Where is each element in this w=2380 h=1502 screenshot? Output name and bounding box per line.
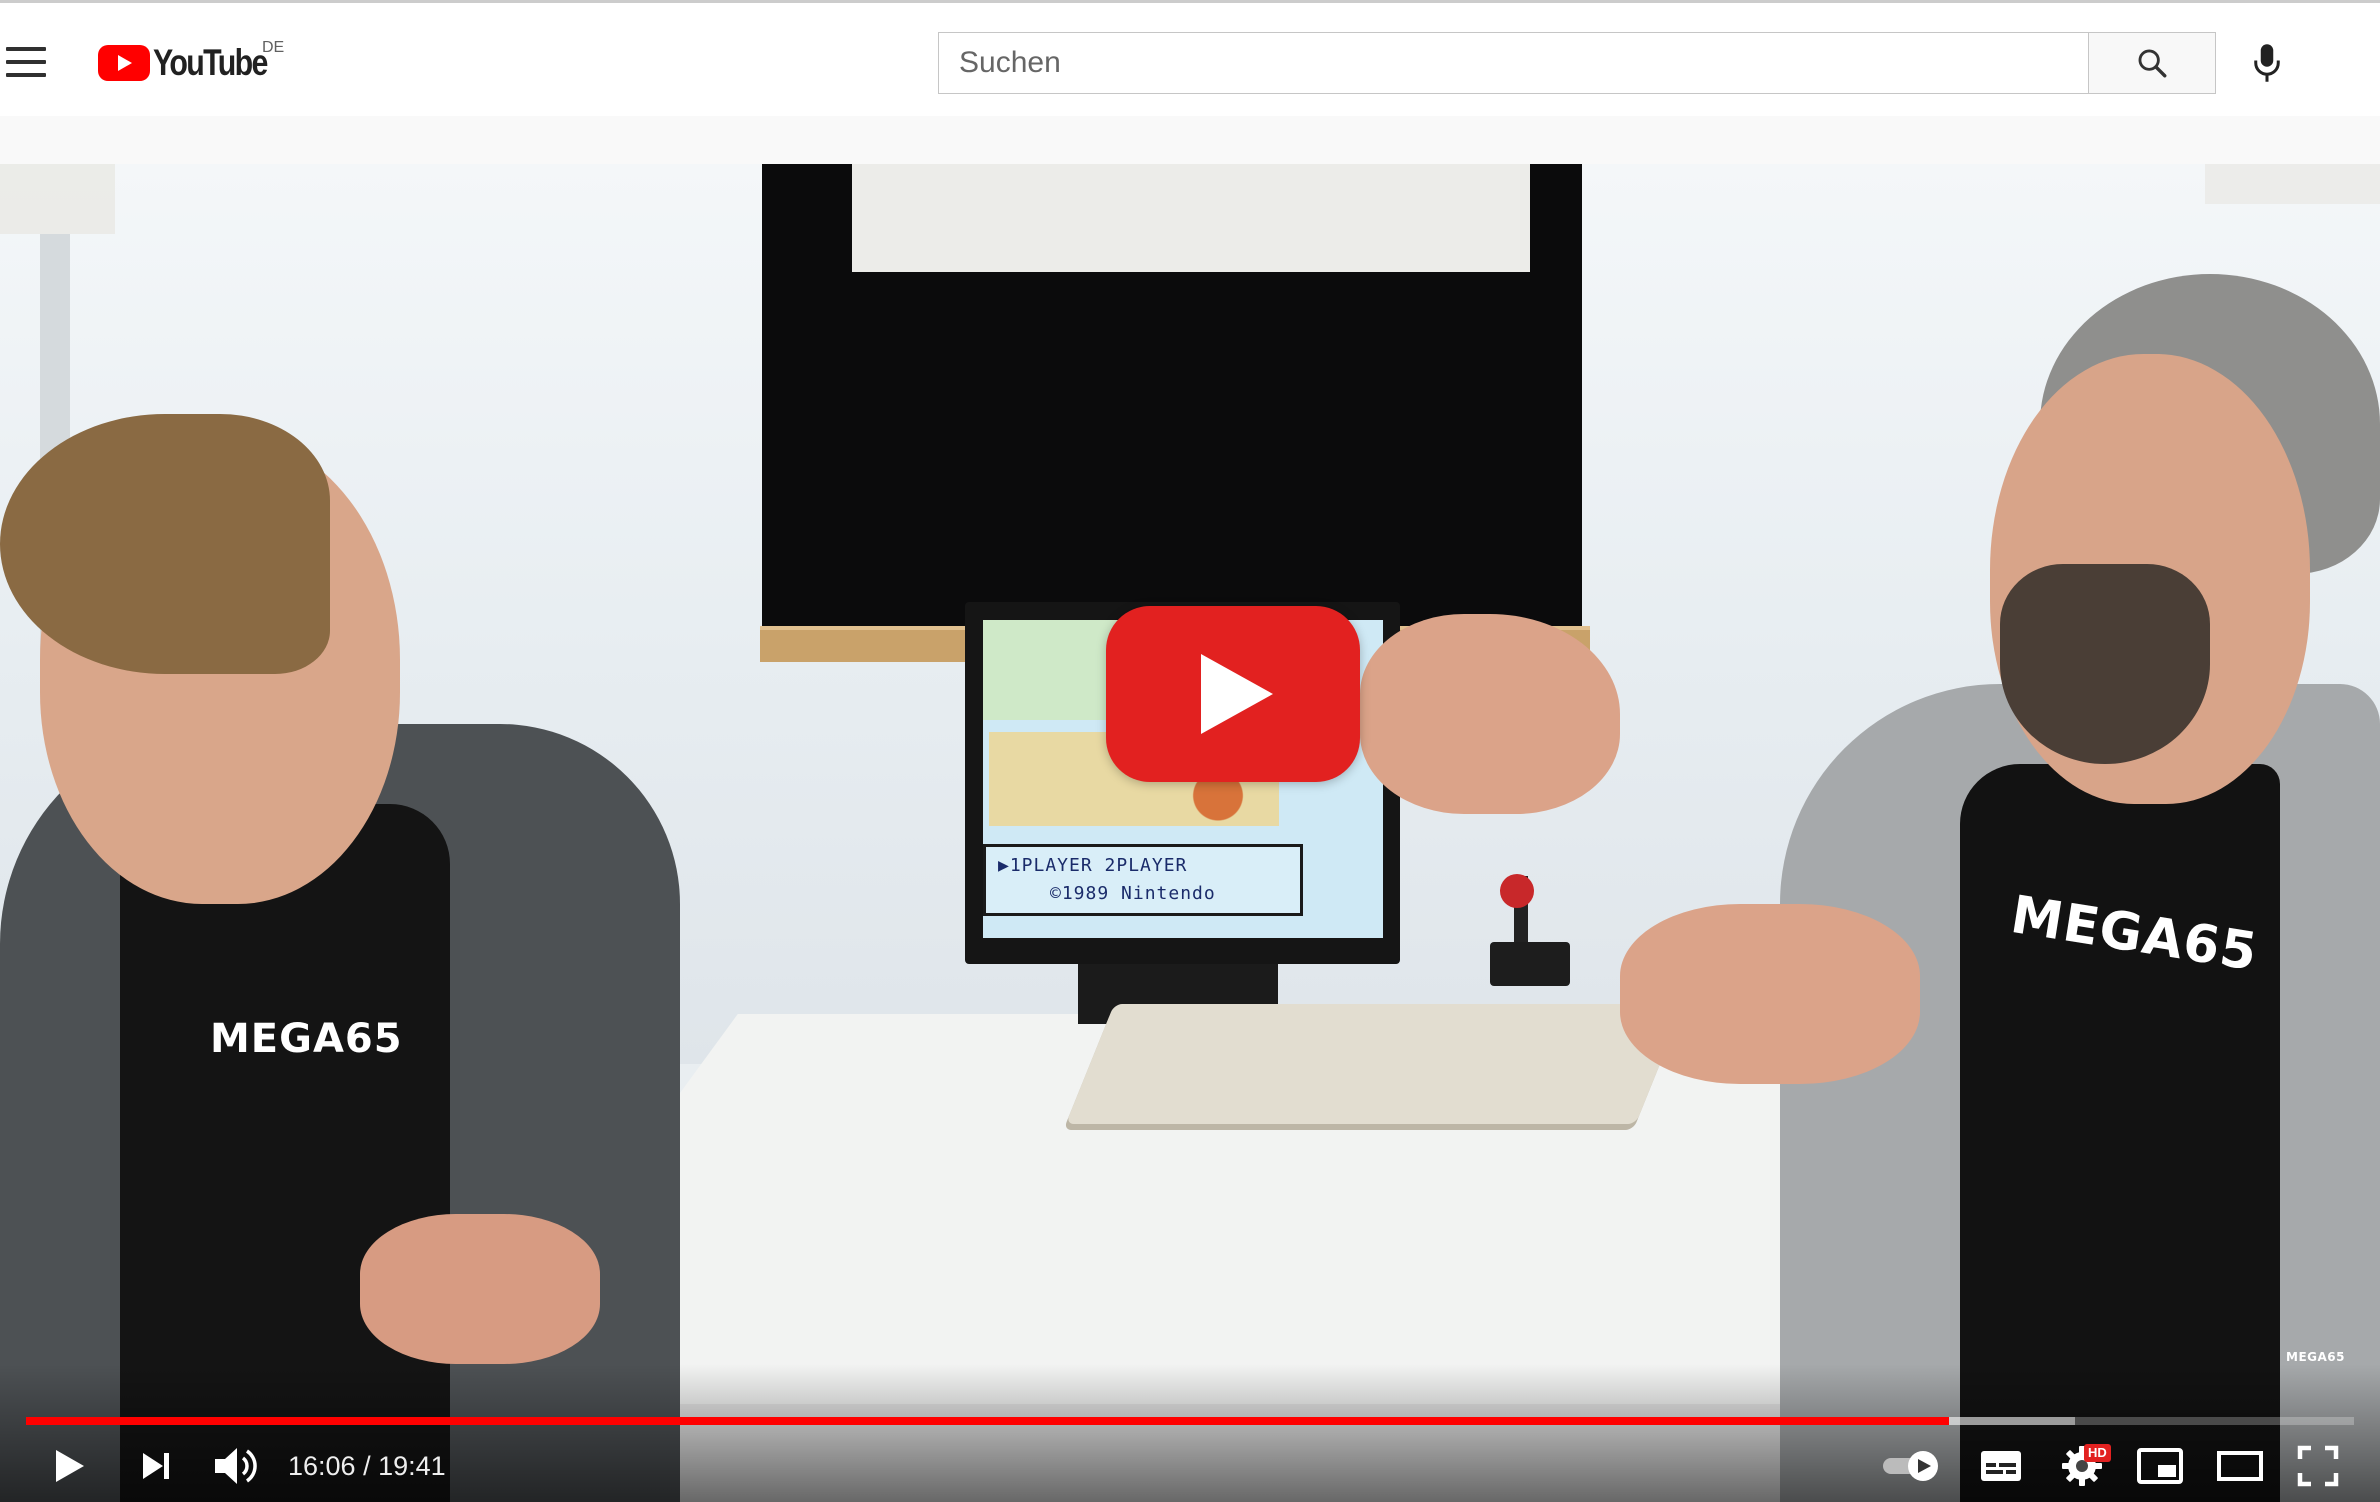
- next-button[interactable]: [130, 1440, 182, 1492]
- person-left-hair: [0, 414, 330, 674]
- fullscreen-icon: [2297, 1445, 2339, 1487]
- fullscreen-button[interactable]: [2290, 1440, 2346, 1492]
- hd-badge: HD: [2084, 1444, 2111, 1462]
- search-input[interactable]: [938, 32, 2088, 94]
- play-button[interactable]: [44, 1440, 96, 1492]
- volume-icon: [215, 1448, 257, 1484]
- shirt-logo: MEGA65: [210, 1016, 403, 1062]
- video-player[interactable]: ▶1PLAYER 2PLAYER ©1989 Nintendo MEGA65 M…: [0, 164, 2380, 1502]
- voice-search-button[interactable]: [2242, 37, 2292, 89]
- progress-bar[interactable]: [26, 1417, 2354, 1425]
- search-box: [938, 32, 2216, 94]
- masthead: YouTube DE: [0, 0, 2380, 116]
- microphone-icon: [2254, 44, 2280, 82]
- theater-mode-button[interactable]: [2212, 1444, 2268, 1488]
- subtitles-button[interactable]: [1974, 1442, 2028, 1490]
- subtitles-icon: [1981, 1451, 2021, 1481]
- volume-button[interactable]: [206, 1438, 266, 1494]
- video-frame: ▶1PLAYER 2PLAYER ©1989 Nintendo MEGA65 M…: [0, 164, 2380, 1502]
- person-left-hands: [360, 1214, 600, 1364]
- masthead-spacer: [0, 116, 2380, 164]
- large-play-button[interactable]: [1106, 606, 1360, 782]
- game-menu: ▶1PLAYER 2PLAYER ©1989 Nintendo: [983, 844, 1303, 916]
- person-right-hand: [1620, 904, 1920, 1084]
- paper-sheet: [852, 164, 1530, 272]
- search-icon: [2138, 49, 2167, 78]
- menu-icon[interactable]: [6, 47, 46, 77]
- video-watermark: MEGA65: [2286, 1350, 2345, 1364]
- progress-played: [26, 1417, 1950, 1425]
- miniplayer-button[interactable]: [2132, 1442, 2188, 1490]
- window-blind: [0, 164, 115, 234]
- time-display: 16:06 / 19:41: [288, 1451, 446, 1481]
- computer-keyboard: [1065, 1004, 1685, 1124]
- window-blind: [2205, 164, 2380, 204]
- search-button[interactable]: [2088, 32, 2216, 94]
- logo-text: YouTube: [153, 42, 268, 83]
- play-icon: [56, 1450, 84, 1482]
- person-right-hand: [1360, 614, 1620, 814]
- youtube-logo-icon: [98, 45, 150, 81]
- game-menu-line: ▶1PLAYER 2PLAYER: [998, 855, 1188, 876]
- theater-mode-icon: [2217, 1451, 2263, 1481]
- autoplay-toggle[interactable]: [1880, 1444, 1942, 1488]
- miniplayer-icon: [2137, 1448, 2183, 1484]
- game-copyright: ©1989 Nintendo: [1050, 883, 1216, 904]
- autoplay-toggle-icon: [1883, 1451, 1938, 1481]
- next-icon: [143, 1453, 169, 1479]
- joystick-knob: [1500, 874, 1534, 908]
- joystick-base: [1490, 942, 1570, 986]
- country-code: DE: [262, 39, 285, 56]
- play-icon: [1201, 654, 1273, 734]
- person-right-beard: [2000, 564, 2210, 764]
